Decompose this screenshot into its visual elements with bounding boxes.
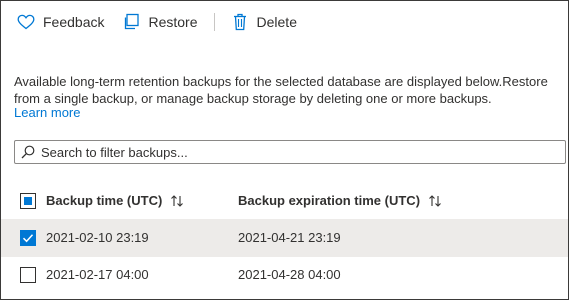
toolbar: Feedback Restore Delete bbox=[15, 10, 297, 34]
sort-icon bbox=[170, 194, 184, 208]
feedback-label: Feedback bbox=[43, 14, 105, 30]
search-box[interactable] bbox=[14, 140, 566, 164]
backup-time-cell: 2021-02-10 23:19 bbox=[46, 230, 149, 245]
table-row[interactable]: 2021-02-17 04:00 2021-04-28 04:00 bbox=[1, 256, 568, 293]
delete-button[interactable]: Delete bbox=[229, 12, 297, 32]
description-text: Available long-term retention backups fo… bbox=[14, 74, 548, 106]
column-header-backup-time[interactable]: Backup time (UTC) bbox=[46, 193, 184, 208]
table-header: Backup time (UTC) Backup expiration time… bbox=[1, 183, 568, 219]
checkmark-icon bbox=[22, 234, 34, 243]
row-checkbox[interactable] bbox=[20, 230, 36, 246]
column-header-label: Backup time (UTC) bbox=[46, 193, 163, 208]
backups-table: Backup time (UTC) Backup expiration time… bbox=[1, 183, 568, 293]
ltr-backups-panel: Feedback Restore Delete Available long-t… bbox=[0, 0, 569, 300]
search-icon bbox=[17, 145, 39, 159]
delete-label: Delete bbox=[256, 14, 297, 30]
restore-icon bbox=[120, 12, 142, 32]
learn-more-link[interactable]: Learn more bbox=[14, 105, 80, 120]
expiration-time-cell: 2021-04-21 23:19 bbox=[238, 230, 341, 245]
search-input[interactable] bbox=[39, 144, 565, 160]
column-header-label: Backup expiration time (UTC) bbox=[238, 193, 421, 208]
sort-icon bbox=[428, 194, 442, 208]
row-checkbox[interactable] bbox=[20, 267, 36, 283]
restore-button[interactable]: Restore bbox=[120, 12, 198, 32]
table-row[interactable]: 2021-02-10 23:19 2021-04-21 23:19 bbox=[1, 219, 568, 256]
trash-icon bbox=[229, 12, 251, 32]
expiration-time-cell: 2021-04-28 04:00 bbox=[238, 267, 341, 282]
restore-label: Restore bbox=[148, 14, 198, 30]
heart-icon bbox=[15, 12, 37, 32]
feedback-button[interactable]: Feedback bbox=[15, 12, 104, 32]
backup-time-cell: 2021-02-17 04:00 bbox=[46, 267, 149, 282]
column-header-expiration-time[interactable]: Backup expiration time (UTC) bbox=[238, 193, 442, 208]
toolbar-divider bbox=[213, 13, 215, 31]
select-all-checkbox[interactable] bbox=[20, 193, 36, 209]
